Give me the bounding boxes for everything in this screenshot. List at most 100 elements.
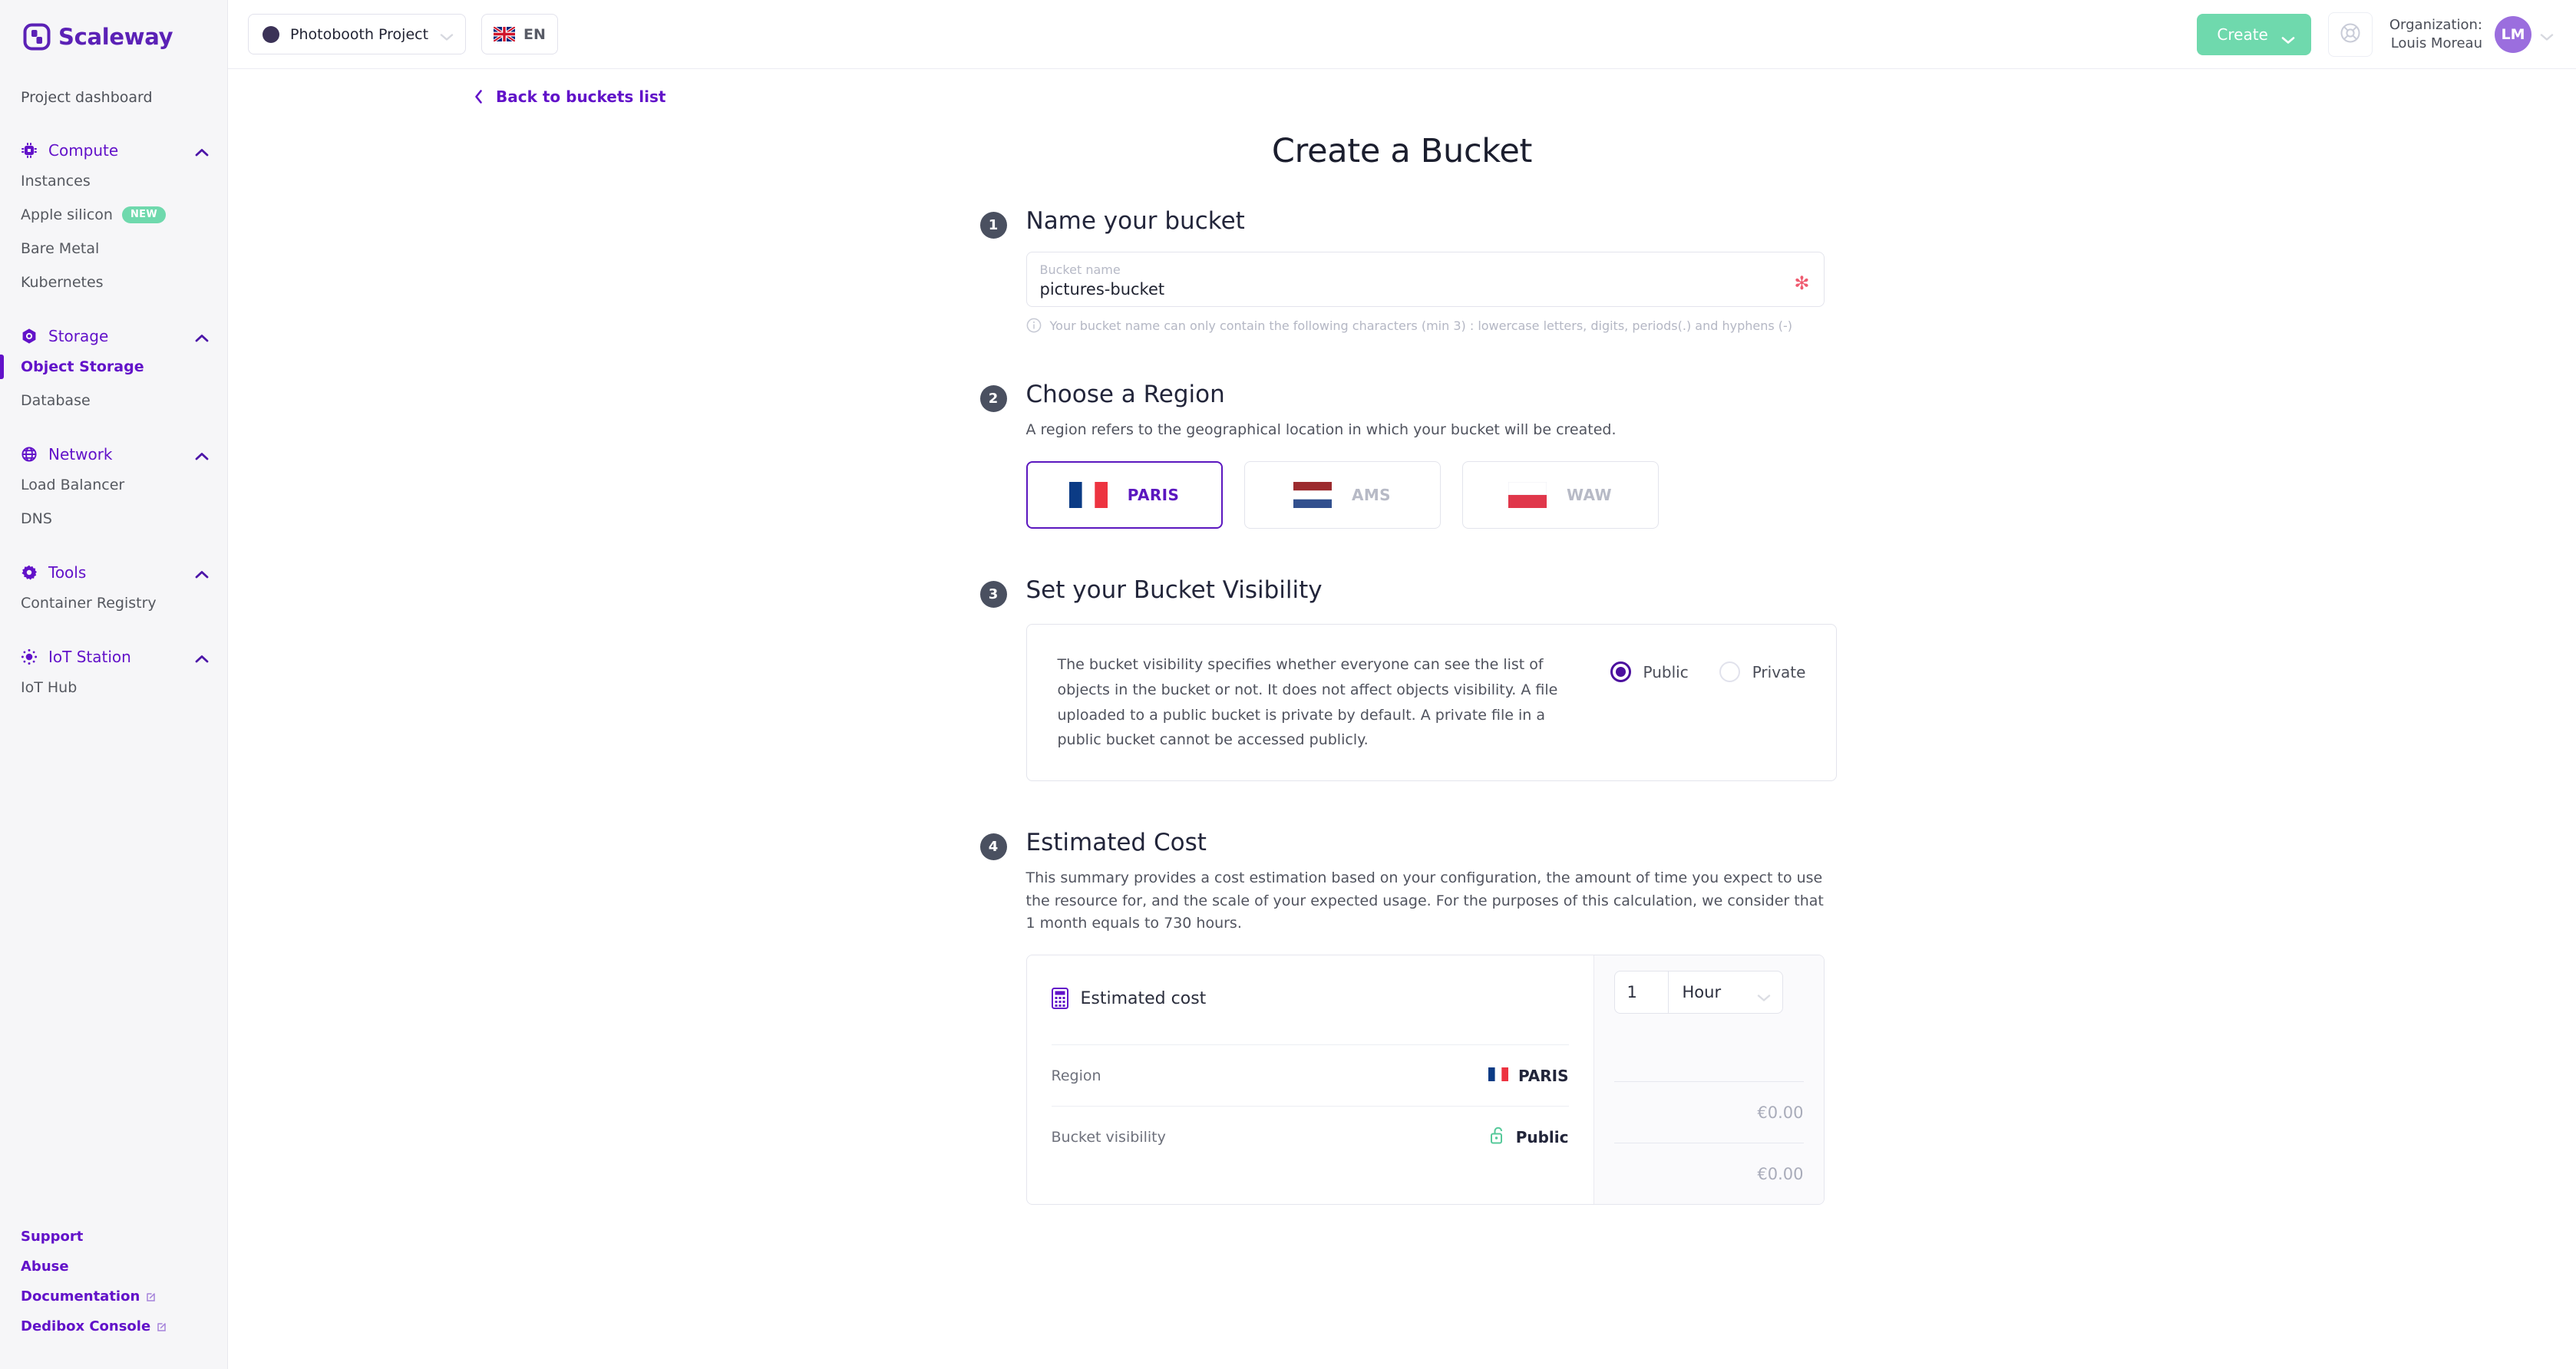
visibility-option-private[interactable]: Private bbox=[1719, 661, 1805, 683]
sidebar-group-tools: Tools Container Registry bbox=[0, 559, 227, 620]
required-asterisk-icon: ✻ bbox=[1794, 272, 1810, 294]
main-area: Photobooth Project EN Create Organizatio… bbox=[228, 0, 2576, 1369]
create-button[interactable]: Create bbox=[2197, 13, 2311, 55]
chevron-up-icon bbox=[193, 332, 210, 341]
sidebar-group-title: Network bbox=[48, 445, 113, 463]
page-content: Back to buckets list Create a Bucket 1 N… bbox=[228, 69, 2576, 1369]
sidebar-group-header-network[interactable]: Network bbox=[0, 440, 227, 468]
sidebar-footer: Support Abuse Documentation Dedibox Cons… bbox=[0, 1222, 227, 1369]
sidebar-item-label: Container Registry bbox=[21, 595, 157, 612]
region-option-paris[interactable]: PARIS bbox=[1025, 461, 1223, 529]
sidebar-group-header-iot[interactable]: IoT Station bbox=[0, 643, 227, 671]
cost-price-column: Hour €0.00 €0.00 bbox=[1593, 955, 1824, 1205]
step-description: A region refers to the geographical loca… bbox=[1025, 421, 1617, 438]
new-badge: NEW bbox=[121, 206, 166, 223]
duration-quantity-input[interactable] bbox=[1613, 971, 1668, 1014]
open-lock-icon bbox=[1489, 1126, 1506, 1148]
globe-icon bbox=[21, 446, 38, 463]
footer-link-support[interactable]: Support bbox=[21, 1222, 227, 1252]
step-title: Set your Bucket Visibility bbox=[1025, 576, 1323, 605]
chevron-down-icon[interactable] bbox=[2539, 30, 2555, 41]
visibility-radio-group: Public Private bbox=[1610, 652, 1805, 683]
sidebar-group-header-tools[interactable]: Tools bbox=[0, 559, 227, 586]
help-button[interactable] bbox=[2327, 12, 2373, 57]
sidebar-item-database[interactable]: Database bbox=[0, 384, 227, 417]
bucket-name-hint: Your bucket name can only contain the fo… bbox=[1026, 318, 1825, 333]
sidebar-item-iot-hub[interactable]: IoT Hub bbox=[0, 671, 227, 704]
bucket-name-field[interactable]: Bucket name ✻ bbox=[1025, 252, 1825, 307]
nl-flag-icon bbox=[1293, 482, 1332, 509]
cpu-icon bbox=[21, 142, 38, 159]
chevron-left-icon bbox=[474, 89, 484, 104]
cost-row-bucket-visibility: Bucket visibility Public bbox=[1051, 1106, 1569, 1167]
chevron-down-icon bbox=[1756, 988, 1772, 1002]
external-link-icon bbox=[145, 1291, 157, 1302]
sidebar-group-title: Tools bbox=[48, 563, 87, 582]
step-number: 4 bbox=[979, 833, 1007, 861]
sidebar-item-label: Bare Metal bbox=[21, 240, 100, 257]
logo-text: Scaleway bbox=[58, 24, 173, 50]
sidebar-group-storage: Storage Object Storage Database bbox=[0, 322, 227, 417]
radio-selected-icon bbox=[1610, 661, 1631, 683]
topbar: Photobooth Project EN Create Organizatio… bbox=[228, 0, 2576, 69]
logo-area[interactable]: Scaleway bbox=[0, 0, 227, 71]
step-title: Choose a Region bbox=[1025, 381, 1225, 408]
duration-unit-label: Hour bbox=[1682, 983, 1722, 1002]
footer-link-label: Documentation bbox=[21, 1288, 140, 1305]
lifebuoy-icon bbox=[2339, 21, 2362, 48]
duration-unit-select[interactable]: Hour bbox=[1667, 971, 1783, 1014]
region-option-ams[interactable]: AMS bbox=[1243, 461, 1441, 529]
footer-link-label: Dedibox Console bbox=[21, 1318, 151, 1334]
footer-link-documentation[interactable]: Documentation bbox=[21, 1282, 227, 1311]
sidebar-item-instances[interactable]: Instances bbox=[0, 164, 227, 198]
sidebar-group-title: IoT Station bbox=[48, 648, 131, 666]
project-color-dot bbox=[263, 25, 279, 43]
sidebar-item-project-dashboard[interactable]: Project dashboard bbox=[0, 81, 227, 114]
region-label: PARIS bbox=[1127, 486, 1180, 505]
sidebar-group-header-storage[interactable]: Storage bbox=[0, 322, 227, 350]
chevron-down-icon bbox=[2280, 30, 2296, 44]
sidebar-item-kubernetes[interactable]: Kubernetes bbox=[0, 266, 227, 299]
sidebar-nav: Project dashboard Compute Instances Appl… bbox=[0, 71, 227, 1222]
cost-row-key: Region bbox=[1051, 1067, 1101, 1084]
chevron-up-icon bbox=[193, 146, 210, 156]
region-label: WAW bbox=[1566, 486, 1612, 505]
back-link-label: Back to buckets list bbox=[496, 87, 666, 106]
sidebar-item-container-registry[interactable]: Container Registry bbox=[0, 586, 227, 620]
region-option-waw[interactable]: WAW bbox=[1461, 461, 1659, 529]
radio-label: Public bbox=[1643, 662, 1689, 681]
price-bucket-visibility: €0.00 bbox=[1613, 1143, 1804, 1204]
cost-row-region: Region PARIS bbox=[1051, 1044, 1569, 1106]
visibility-option-public[interactable]: Public bbox=[1610, 661, 1689, 683]
project-selector[interactable]: Photobooth Project bbox=[248, 14, 467, 54]
sidebar-item-apple-silicon[interactable]: Apple silicon NEW bbox=[0, 198, 227, 232]
sidebar-item-label: Kubernetes bbox=[21, 274, 104, 291]
cost-panel-heading: Estimated cost bbox=[1051, 977, 1569, 1044]
avatar[interactable]: LM bbox=[2495, 15, 2531, 53]
cost-summary-column: Estimated cost Region PARIS Bucket visib… bbox=[1027, 955, 1593, 1204]
sidebar-item-label: Apple silicon bbox=[21, 206, 113, 223]
language-selector[interactable]: EN bbox=[481, 14, 558, 54]
footer-link-dedibox-console[interactable]: Dedibox Console bbox=[21, 1311, 227, 1341]
sidebar-item-load-balancer[interactable]: Load Balancer bbox=[0, 468, 227, 502]
create-bucket-form: 1 Name your bucket Bucket name ✻ Y bbox=[979, 170, 1838, 1206]
cost-row-key: Bucket visibility bbox=[1051, 1128, 1166, 1146]
sidebar-group-header-compute[interactable]: Compute bbox=[0, 137, 227, 164]
sidebar-item-bare-metal[interactable]: Bare Metal bbox=[0, 232, 227, 266]
cost-panel-heading-text: Estimated cost bbox=[1080, 988, 1207, 1008]
uk-flag-icon bbox=[492, 25, 517, 43]
calculator-icon bbox=[1051, 988, 1068, 1010]
duration-stepper[interactable]: Hour bbox=[1613, 971, 1783, 1014]
step-title: Name your bucket bbox=[1025, 207, 1245, 235]
bucket-name-input[interactable] bbox=[1039, 277, 1778, 299]
sidebar-item-label: Load Balancer bbox=[21, 477, 125, 493]
sidebar-item-label: Instances bbox=[21, 173, 91, 190]
footer-link-abuse[interactable]: Abuse bbox=[21, 1252, 227, 1282]
radio-unselected-icon bbox=[1719, 661, 1740, 683]
fr-flag-icon bbox=[1068, 482, 1108, 509]
back-to-buckets-list-link[interactable]: Back to buckets list bbox=[474, 87, 665, 106]
sidebar-item-object-storage[interactable]: Object Storage bbox=[0, 350, 227, 384]
region-options: PARIS AMS WAW bbox=[1025, 461, 1825, 529]
sidebar-item-dns[interactable]: DNS bbox=[0, 502, 227, 536]
scaleway-logo-icon bbox=[23, 23, 51, 51]
